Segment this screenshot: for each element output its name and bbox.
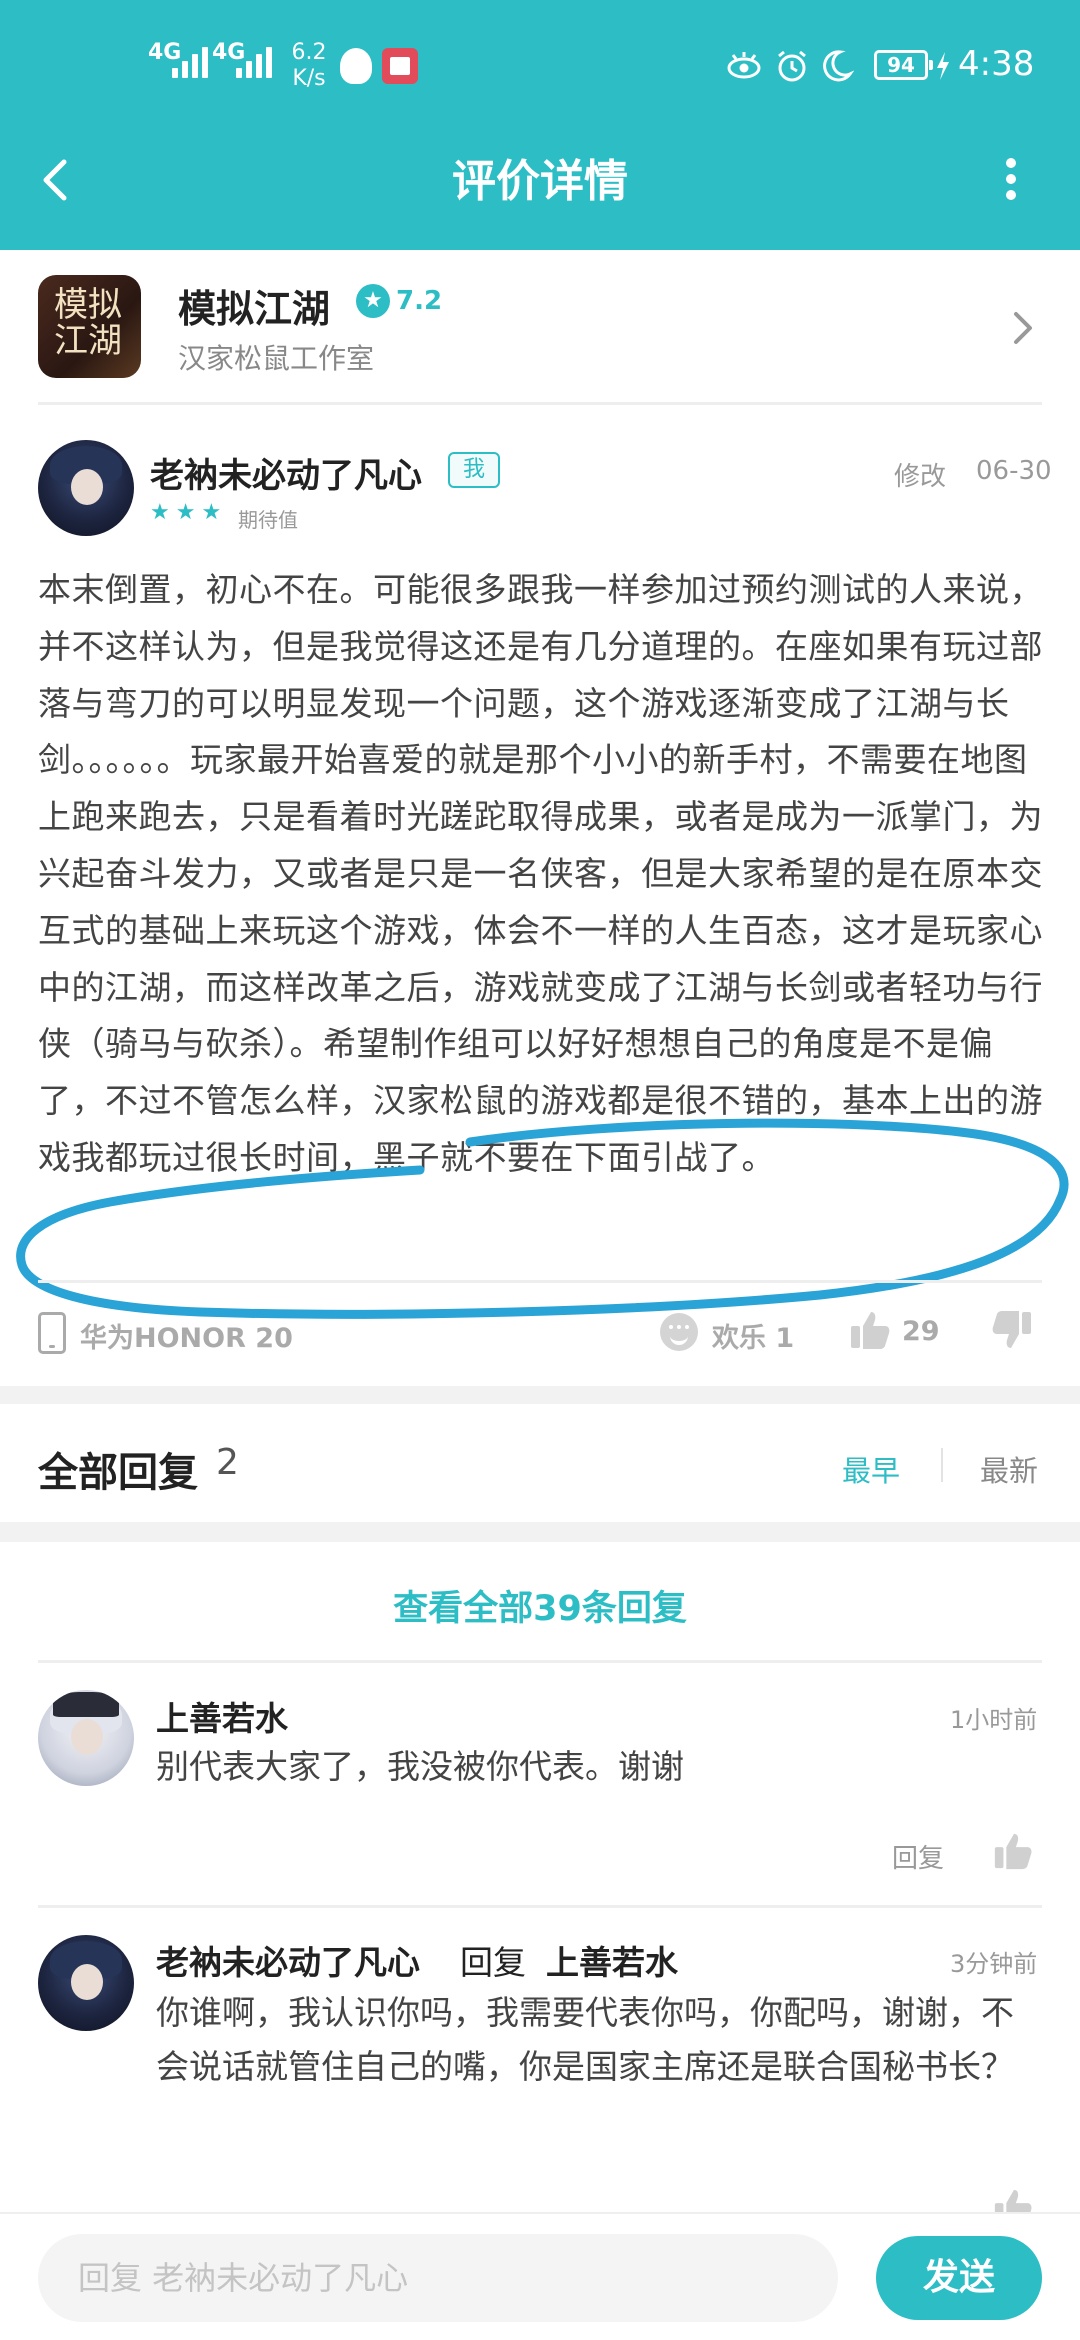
comment-author[interactable]: 上善若水 (156, 1692, 288, 1740)
game-app-icon[interactable]: 模拟江湖 (38, 275, 141, 378)
clock: 4:38 (958, 44, 1035, 84)
network-speed: 6.2 K/s (284, 40, 334, 92)
reply-input[interactable] (38, 2234, 838, 2322)
like-count: 29 (902, 1316, 940, 1347)
review-stars: ★★★ (150, 500, 228, 525)
divider (38, 402, 1042, 405)
device-name: 华为HONOR 20 (80, 1323, 293, 1354)
comment-time: 3分钟前 (950, 1950, 1038, 1978)
chevron-right-icon[interactable] (1008, 308, 1038, 348)
status-bar: 4G 4G 6.2 K/s 94 4:38 (0, 0, 1080, 130)
me-badge: 我 (448, 452, 500, 488)
phone-icon (38, 1312, 66, 1354)
comment-text: 别代表大家了，我没被你代表。谢谢 (156, 1747, 684, 1786)
section-gap (0, 1386, 1080, 1404)
smiley-icon[interactable] (660, 1313, 698, 1351)
page-title: 评价详情 (452, 156, 628, 207)
thumbs-down-icon[interactable] (990, 1308, 1034, 1352)
view-all-replies-link[interactable]: 查看全部39条回复 (0, 1580, 1080, 1631)
sort-separator (941, 1448, 943, 1482)
comment-time: 1小时前 (950, 1706, 1038, 1734)
network-speed-value: 6.2 (291, 40, 327, 65)
sort-earliest-tab[interactable]: 最早 (842, 1448, 900, 1490)
reviewer-name[interactable]: 老衲未必动了凡心 (150, 448, 422, 497)
replies-title: 全部回复 (38, 1450, 198, 1496)
signal-bars-2-icon (236, 44, 272, 78)
reply-link[interactable]: 回复 (892, 1838, 944, 1875)
rating-star-icon (356, 284, 390, 318)
eye-comfort-icon (727, 52, 761, 79)
edit-link[interactable]: 修改 (894, 456, 946, 493)
divider (38, 1905, 1042, 1908)
game-rating: 7.2 (356, 284, 442, 318)
commenter-avatar[interactable] (38, 1935, 134, 2031)
network-speed-unit: K/s (292, 66, 326, 91)
reviewer-avatar[interactable] (38, 440, 134, 536)
section-gap (0, 1522, 1080, 1542)
reader-app-icon (382, 48, 418, 84)
comment-author[interactable]: 老衲未必动了凡心 (156, 1936, 420, 1984)
review-date: 06-30 (976, 456, 1052, 486)
game-developer: 汉家松鼠工作室 (178, 342, 375, 375)
divider (38, 1280, 1042, 1283)
battery-indicator: 94 (874, 50, 933, 80)
sort-latest-tab[interactable]: 最新 (980, 1448, 1038, 1490)
commenter-avatar[interactable] (38, 1690, 134, 1786)
alarm-icon (778, 50, 806, 82)
charging-bolt-icon (937, 52, 949, 80)
reply-indicator: 回复 (460, 1943, 526, 1982)
thumbs-up-icon[interactable] (992, 1830, 1034, 1872)
signal-bars-1-icon (172, 44, 208, 78)
reply-target-name[interactable]: 上善若水 (546, 1936, 678, 1984)
fun-reaction-count[interactable]: 欢乐 1 (712, 1316, 794, 1355)
do-not-disturb-moon-icon (823, 50, 854, 82)
replies-count: 2 (216, 1442, 239, 1483)
thumbs-up-icon[interactable] (848, 1308, 892, 1352)
expectation-label: 期待值 (238, 508, 298, 532)
divider (38, 1660, 1042, 1663)
qq-icon (340, 48, 372, 84)
game-name[interactable]: 模拟江湖 (178, 278, 330, 333)
send-button[interactable]: 发送 (876, 2236, 1042, 2320)
comment-text: 你谁啊，我认识你吗，我需要代表你吗，你配吗，谢谢，不会说话就管住自己的嘴，你是国… (156, 1993, 1014, 2086)
more-options-icon[interactable] (996, 152, 1026, 212)
rating-value: 7.2 (396, 286, 443, 316)
review-body: 本末倒置，初心不在。可能很多跟我一样参加过预约测试的人来说，并不这样认为，但是我… (38, 570, 1043, 1177)
